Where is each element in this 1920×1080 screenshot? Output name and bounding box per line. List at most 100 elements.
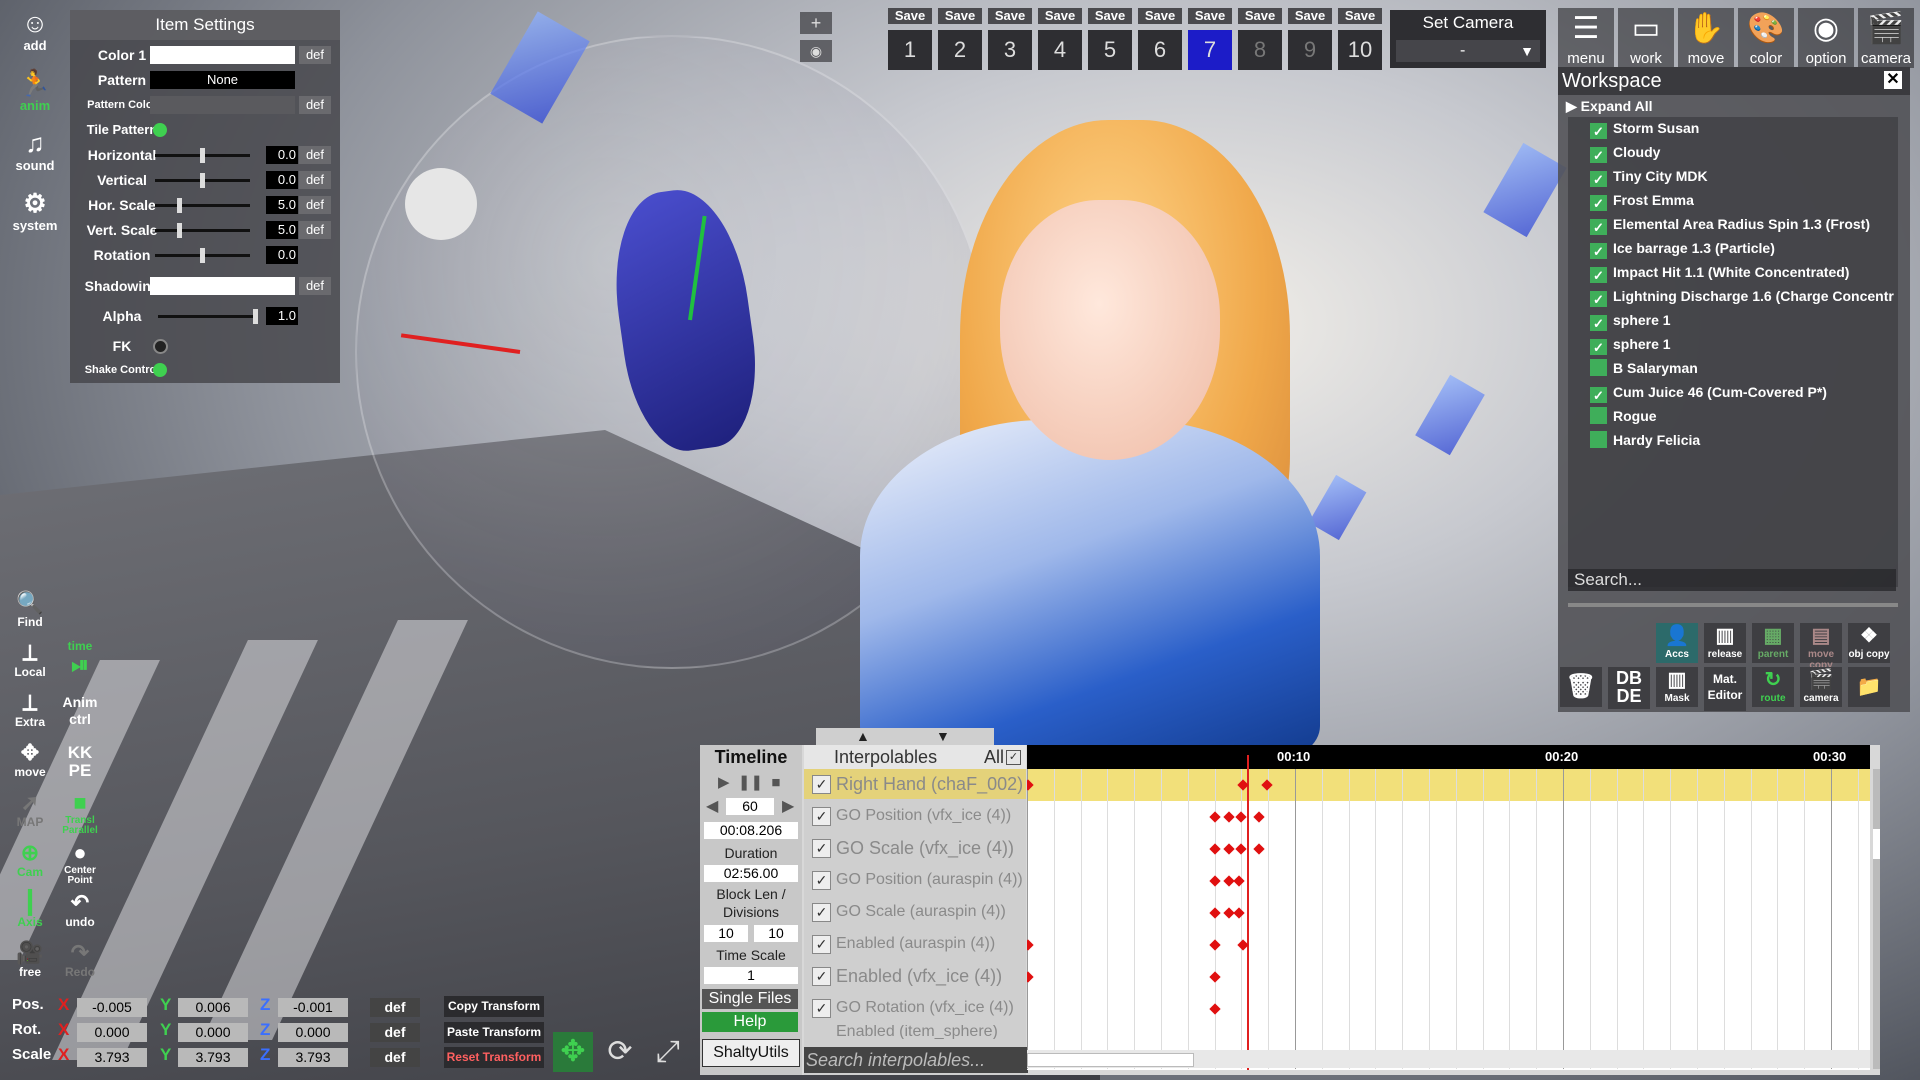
checkbox-icon[interactable]: ✓ (1590, 219, 1607, 235)
color1-swatch[interactable] (150, 46, 295, 64)
checkbox-icon[interactable]: ✓ (812, 999, 831, 1018)
keyframe[interactable] (1209, 971, 1221, 983)
tile-pattern-toggle[interactable] (153, 123, 167, 137)
timeline-scroll-thumb[interactable] (1027, 1053, 1194, 1067)
keyframe[interactable] (1209, 1003, 1221, 1015)
save-button-3[interactable]: Save (988, 8, 1032, 24)
tree-item[interactable]: ✓ Cloudy (1590, 141, 1908, 163)
vertical-def-button[interactable]: def (299, 171, 331, 189)
redo-button[interactable]: ↷ Redo (58, 940, 102, 984)
camera-slot-6[interactable]: 6 (1138, 30, 1182, 70)
scale-def-button[interactable]: def (370, 1048, 420, 1067)
set-camera-select[interactable]: - ▼ (1396, 40, 1540, 62)
tree-item[interactable]: ▶B Salaryman (1590, 357, 1908, 379)
horizontal-value[interactable]: 0.0 (266, 146, 298, 164)
eye-icon[interactable]: ◉ (800, 40, 832, 62)
menu-button[interactable]: ☰ menu (1558, 8, 1614, 68)
save-button-2[interactable]: Save (938, 8, 982, 24)
move-copy-button[interactable]: ▤ move copy (1800, 623, 1842, 671)
scale-x-field[interactable]: 3.793 (77, 1048, 147, 1067)
playhead[interactable] (1247, 755, 1249, 1070)
camera-button[interactable]: 🎬 camera (1858, 8, 1914, 68)
keyframe[interactable] (1209, 811, 1221, 823)
interpolable-row[interactable]: Enabled (item_sphere) (804, 1025, 1026, 1039)
tree-item[interactable]: ✓ sphere 1 (1590, 309, 1908, 331)
keyframe[interactable] (1223, 843, 1235, 855)
save-button-4[interactable]: Save (1038, 8, 1082, 24)
tree-item[interactable]: ✓ Tiny City MDK (1590, 165, 1908, 187)
checkbox-icon[interactable]: ✓ (1590, 387, 1607, 403)
interpolable-row[interactable]: ✓ GO Scale (auraspin (4)) (804, 897, 1026, 927)
pattern-select[interactable]: None (150, 71, 295, 89)
keyframe[interactable] (1209, 939, 1221, 951)
keyframe[interactable] (1027, 939, 1034, 951)
local-button[interactable]: ⟂ Local (8, 640, 52, 684)
checkbox-icon[interactable]: ✓ (1590, 315, 1607, 331)
tree-item[interactable]: ▶✓Storm Susan (1590, 117, 1908, 139)
rotation-value[interactable]: 0.0 (266, 246, 298, 264)
release-button[interactable]: ▥ release (1704, 623, 1746, 663)
interpolable-row[interactable]: ✓ GO Scale (vfx_ice (4)) (804, 833, 1026, 863)
accs-button[interactable]: 👤 Accs (1656, 623, 1698, 663)
all-checkbox[interactable]: ✓ (1006, 750, 1021, 765)
time-scale-field[interactable]: 1 (704, 967, 798, 984)
pattern-color-def-button[interactable]: def (299, 96, 331, 114)
camera-slot-5[interactable]: 5 (1088, 30, 1132, 70)
single-files-button[interactable]: Single Files (702, 989, 798, 1009)
keyframe-grid[interactable]: 00:10 00:20 00:30 (1027, 745, 1870, 1070)
interpolable-row[interactable]: ✓ Right Hand (chaF_002) (804, 769, 1026, 799)
move-gizmo-icon[interactable]: ✥ (553, 1032, 593, 1072)
rot-y-field[interactable]: 0.000 (178, 1023, 248, 1042)
tree-item[interactable]: ▶Hardy Felicia (1590, 429, 1908, 451)
play-icon[interactable]: ▶ (718, 774, 730, 791)
axis-button[interactable]: ┃ Axis (8, 890, 52, 934)
interpolable-row[interactable]: ✓ Enabled (vfx_ice (4)) (804, 961, 1026, 991)
alpha-value[interactable]: 1.0 (266, 307, 298, 325)
checkbox-icon[interactable]: ✓ (1590, 243, 1607, 259)
arrow-down-icon[interactable]: ▼ (936, 728, 950, 744)
keyframe[interactable] (1209, 843, 1221, 855)
hor-scale-slider[interactable] (155, 198, 250, 213)
checkbox-icon[interactable]: ✓ (812, 871, 831, 890)
shake-control-toggle[interactable] (153, 363, 167, 377)
tree-item[interactable]: ✓ Cum Juice 46 (Cum-Covered P*) (1590, 381, 1908, 403)
workspace-search-input[interactable]: Search... (1568, 569, 1896, 591)
pos-def-button[interactable]: def (370, 998, 420, 1017)
save-button-5[interactable]: Save (1088, 8, 1132, 24)
save-button-8[interactable]: Save (1238, 8, 1282, 24)
alpha-slider[interactable] (158, 309, 258, 324)
keyframe[interactable] (1233, 875, 1245, 887)
pattern-color-swatch[interactable] (150, 96, 295, 114)
rotation-slider[interactable] (155, 248, 250, 263)
tree-item[interactable]: ✓ Lightning Discharge 1.6 (Charge Concent… (1590, 285, 1908, 307)
interpolable-row[interactable]: ✓ GO Position (auraspin (4)) (804, 865, 1026, 895)
scale-y-field[interactable]: 3.793 (178, 1048, 248, 1067)
tree-item[interactable]: ✓ Impact Hit 1.1 (White Concentrated) (1590, 261, 1908, 283)
keyframe[interactable] (1235, 811, 1247, 823)
interpolable-row[interactable]: ✓ Enabled (auraspin (4)) (804, 929, 1026, 959)
fps-field[interactable]: 60 (726, 798, 774, 815)
prev-frame-icon[interactable]: ◀ (706, 796, 718, 816)
expand-all-button[interactable]: ▶ Expand All (1566, 97, 1653, 115)
map-button[interactable]: ➚ MAP (8, 790, 52, 834)
hor-scale-value[interactable]: 5.0 (266, 196, 298, 214)
camera-slot-8[interactable]: 8 (1238, 30, 1282, 70)
save-button-10[interactable]: Save (1338, 8, 1382, 24)
keyframe[interactable] (1235, 843, 1247, 855)
help-button[interactable]: Help (702, 1012, 798, 1032)
anim-ctrl-button[interactable]: Anim ctrl (58, 694, 102, 738)
rot-def-button[interactable]: def (370, 1023, 420, 1042)
checkbox-icon[interactable]: ✓ (1590, 267, 1607, 283)
zoom-plus-button[interactable]: + (800, 12, 832, 34)
camera-slot-10[interactable]: 10 (1338, 30, 1382, 70)
timeline-scrollbar[interactable] (1027, 1050, 1870, 1068)
time-button[interactable]: time ⏯ (58, 640, 102, 684)
delete-button[interactable]: 🗑 (1560, 667, 1602, 707)
hor-scale-def-button[interactable]: def (299, 196, 331, 214)
tree-item[interactable]: ✓ Elemental Area Radius Spin 1.3 (Frost) (1590, 213, 1908, 235)
camera-slot-3[interactable]: 3 (988, 30, 1032, 70)
checkbox-icon[interactable]: ✓ (1590, 171, 1607, 187)
checkbox-icon[interactable]: ✓ (1590, 123, 1607, 139)
vertical-value[interactable]: 0.0 (266, 171, 298, 189)
checkbox-icon[interactable]: ✓ (1590, 147, 1607, 163)
